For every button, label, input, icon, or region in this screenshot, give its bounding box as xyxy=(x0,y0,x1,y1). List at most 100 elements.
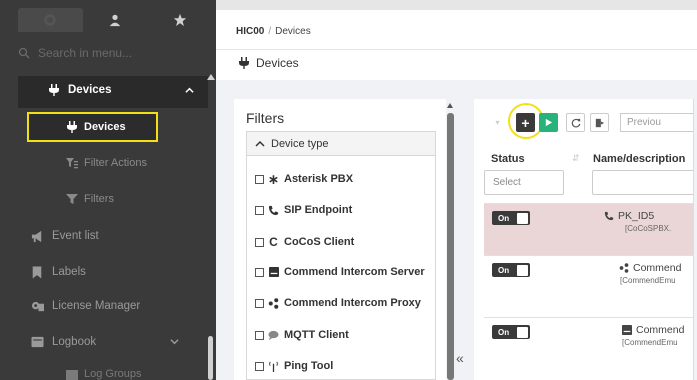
checkbox[interactable] xyxy=(255,298,264,308)
status-toggle[interactable]: On xyxy=(492,325,530,339)
checkbox[interactable] xyxy=(255,330,264,340)
cocos-icon: C xyxy=(269,235,278,249)
topbar xyxy=(216,0,697,10)
intercom-server-icon xyxy=(622,325,632,335)
phone-icon xyxy=(604,211,614,221)
sidebar-item-label: Logbook xyxy=(52,336,97,348)
previous-page-button[interactable]: Previou xyxy=(620,113,697,132)
sidebar-item-log-groups[interactable]: Log Groups xyxy=(66,368,141,380)
toggle-knob xyxy=(517,212,528,224)
status-toggle[interactable]: On xyxy=(492,211,530,225)
refresh-button[interactable] xyxy=(566,113,585,132)
device-name[interactable]: Commend xyxy=(636,324,684,336)
device-description: [CommendEmu xyxy=(622,338,678,347)
scroll-up-arrow-icon[interactable] xyxy=(447,103,453,108)
table-row[interactable]: On Commend [CommendEmu xyxy=(484,255,697,317)
breadcrumb-current: Devices xyxy=(275,26,311,37)
chevron-down-icon xyxy=(170,337,179,349)
sidebar-item-event-list[interactable]: Event list xyxy=(30,229,99,243)
megaphone-icon xyxy=(30,229,44,243)
column-header-name[interactable]: Name/description xyxy=(593,153,685,165)
filter-label: MQTT Client xyxy=(284,329,349,341)
search-icon xyxy=(18,47,30,59)
breadcrumb-root[interactable]: HIC00 xyxy=(236,26,264,37)
dropdown-caret-icon[interactable]: ▾ xyxy=(488,113,507,132)
filter-label: SIP Endpoint xyxy=(284,204,353,216)
sidebar-item-license-manager[interactable]: License Manager xyxy=(30,299,140,313)
table-row[interactable]: On Commend [CommendEmu xyxy=(484,317,697,380)
export-button[interactable] xyxy=(590,113,609,132)
filter-icon xyxy=(66,193,78,205)
device-description: [CoCoSPBX. xyxy=(625,224,672,233)
filter-cocos-client[interactable]: C CoCoS Client xyxy=(255,235,354,249)
sidebar-group-devices[interactable]: Devices xyxy=(18,76,208,108)
bookmark-icon xyxy=(30,265,44,279)
device-name[interactable]: PK_ID5 xyxy=(618,210,654,222)
plug-icon xyxy=(48,84,60,96)
gear-icon xyxy=(44,14,57,26)
proxy-icon xyxy=(268,297,279,309)
tab-user[interactable] xyxy=(83,8,148,32)
filters-title: Filters xyxy=(246,110,285,126)
filter-ping-tool[interactable]: Ping Tool xyxy=(255,360,333,372)
toggle-label: On xyxy=(498,265,510,275)
sidebar-scrollbar[interactable] xyxy=(207,74,215,380)
sort-icon[interactable]: ⇵ xyxy=(572,153,580,164)
filter-group-header[interactable]: Device type xyxy=(247,132,435,156)
checkbox[interactable] xyxy=(255,174,264,184)
filter-label: Commend Intercom Proxy xyxy=(284,297,421,309)
right-edge-divider xyxy=(693,99,697,380)
filter-asterisk-pbx[interactable]: ∗ Asterisk PBX xyxy=(255,170,353,187)
sidebar-item-devices[interactable]: Devices xyxy=(66,121,126,133)
breadcrumb: HIC00 /Devices xyxy=(216,10,697,50)
device-name[interactable]: Commend xyxy=(633,262,681,274)
filter-group-label: Device type xyxy=(271,137,329,150)
tab-favorites[interactable] xyxy=(147,8,212,32)
refresh-icon xyxy=(571,118,580,127)
sidebar: Search in menu... Devices Devices Filter… xyxy=(0,0,216,380)
checkbox[interactable] xyxy=(255,267,264,277)
scroll-thumb[interactable] xyxy=(447,113,454,380)
proxy-icon xyxy=(619,263,629,273)
chat-icon xyxy=(268,330,279,341)
filter-commend-intercom-server[interactable]: Commend Intercom Server xyxy=(255,266,425,278)
sidebar-item-labels[interactable]: Labels xyxy=(30,265,86,279)
filter-label: Ping Tool xyxy=(284,360,334,372)
checkbox[interactable] xyxy=(255,237,264,247)
intercom-server-icon xyxy=(268,267,279,278)
device-description: [CommendEmu xyxy=(620,276,676,285)
log-groups-icon xyxy=(66,368,78,380)
collapse-filters-button[interactable]: « xyxy=(456,350,464,366)
toggle-knob xyxy=(517,326,528,338)
license-icon xyxy=(30,299,44,313)
asterisk-icon: ∗ xyxy=(267,170,280,187)
filter-mqtt-client[interactable]: MQTT Client xyxy=(255,329,349,341)
name-filter-input[interactable] xyxy=(592,170,697,195)
status-toggle[interactable]: On xyxy=(492,263,530,277)
search-input[interactable]: Search in menu... xyxy=(38,46,132,60)
scroll-thumb[interactable] xyxy=(208,336,213,380)
filter-label: Commend Intercom Server xyxy=(284,266,425,278)
sidebar-item-logbook[interactable]: Logbook xyxy=(30,335,180,349)
logbook-icon xyxy=(30,335,44,349)
toolbar: ▾ + Previou xyxy=(474,99,697,145)
checkbox[interactable] xyxy=(255,361,264,371)
antenna-icon xyxy=(268,361,279,372)
title-bar: Devices xyxy=(216,50,697,80)
sidebar-search[interactable]: Search in menu... xyxy=(18,40,212,66)
filter-sip-endpoint[interactable]: SIP Endpoint xyxy=(255,204,352,216)
column-header-status[interactable]: Status xyxy=(491,153,525,165)
plug-icon xyxy=(238,57,250,69)
sidebar-item-filters[interactable]: Filters xyxy=(66,193,114,205)
filters-scrollbar[interactable] xyxy=(447,103,454,380)
tab-settings[interactable] xyxy=(18,8,83,32)
filter-commend-intercom-proxy[interactable]: Commend Intercom Proxy xyxy=(255,297,421,309)
sidebar-item-label: License Manager xyxy=(52,300,141,312)
table-row[interactable]: On PK_ID5 [CoCoSPBX. xyxy=(484,203,697,255)
add-device-button[interactable]: + xyxy=(516,113,535,132)
status-filter-select[interactable]: Select xyxy=(484,170,564,195)
start-button[interactable] xyxy=(539,113,558,132)
checkbox[interactable] xyxy=(255,205,264,215)
sidebar-item-filter-actions[interactable]: Filter Actions xyxy=(66,157,147,169)
scroll-up-arrow-icon[interactable] xyxy=(207,74,215,80)
